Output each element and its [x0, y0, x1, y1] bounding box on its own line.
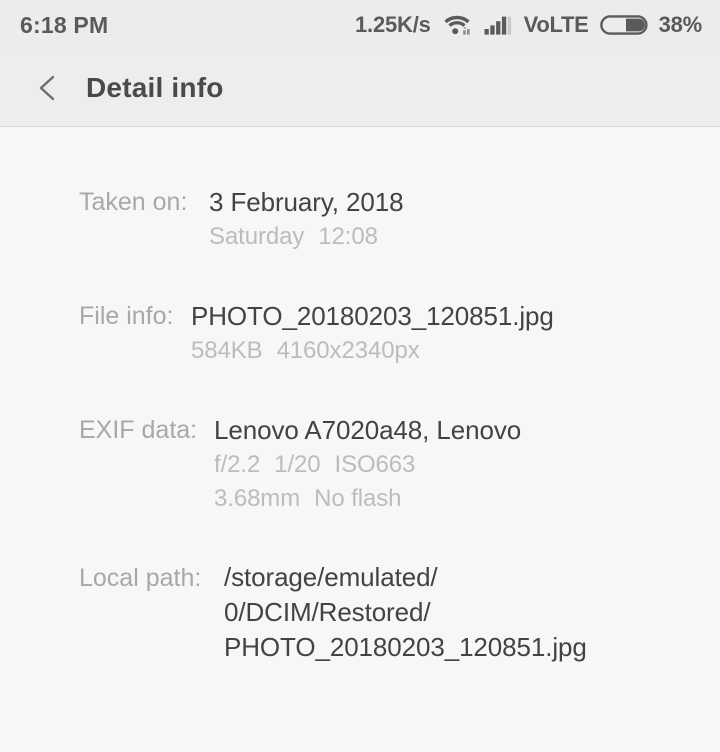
- wifi-icon: [442, 12, 472, 38]
- info-row-file-info: File info: PHOTO_20180203_120851.jpg 584…: [0, 298, 720, 368]
- taken-on-details: Saturday 12:08: [209, 220, 720, 254]
- taken-on-weekday: Saturday: [209, 223, 305, 250]
- chevron-left-icon: [36, 74, 60, 102]
- network-speed-label: 1.25K/s: [355, 12, 431, 37]
- file-details: 584KB 4160x2340px: [191, 334, 720, 368]
- local-path-line-3: PHOTO_20180203_120851.jpg: [224, 632, 587, 662]
- exif-aperture: f/2.2: [214, 451, 261, 478]
- info-row-local-path: Local path: /storage/emulated/ 0/DCIM/Re…: [0, 560, 720, 665]
- local-path-line-2: 0/DCIM/Restored/: [224, 597, 431, 627]
- info-values-file-info: PHOTO_20180203_120851.jpg 584KB 4160x2340…: [191, 298, 720, 368]
- info-values-exif-data: Lenovo A7020a48, Lenovo f/2.2 1/20 ISO663 …: [214, 412, 720, 516]
- status-bar-clock: 6:18 PM: [20, 11, 109, 38]
- exif-flash-status: No flash: [314, 485, 402, 512]
- app-bar: Detail info: [0, 50, 720, 127]
- exif-focal-length: 3.68mm: [214, 485, 301, 512]
- exif-device: Lenovo A7020a48, Lenovo: [214, 415, 522, 445]
- exif-lens-line: 3.68mm No flash: [214, 482, 720, 516]
- info-label-taken-on: Taken on:: [79, 188, 188, 216]
- status-bar-indicators: 1.25K/s VoLTE 38%: [355, 12, 702, 38]
- volte-label: VoLTE: [523, 12, 589, 37]
- info-label-exif-data: EXIF data:: [79, 416, 198, 444]
- page-title: Detail info: [86, 72, 224, 103]
- exif-exposure-line: f/2.2 1/20 ISO663: [214, 448, 720, 482]
- battery-icon: [599, 12, 648, 38]
- taken-on-time: 12:08: [318, 223, 378, 250]
- info-row-taken-on: Taken on: 3 February, 2018 Saturday 12:08: [0, 184, 720, 254]
- file-dimensions: 4160x2340px: [276, 337, 420, 364]
- exif-iso: ISO663: [334, 451, 416, 478]
- info-label-file-info: File info:: [79, 302, 174, 330]
- file-size: 584KB: [191, 337, 263, 364]
- battery-percent-label: 38%: [658, 12, 703, 37]
- detail-info-list: Taken on: 3 February, 2018 Saturday 12:08…: [0, 127, 720, 751]
- taken-on-date: 3 February, 2018: [209, 187, 404, 217]
- cellular-signal-icon: [483, 12, 513, 38]
- info-row-exif-data: EXIF data: Lenovo A7020a48, Lenovo f/2.2…: [0, 412, 720, 516]
- status-bar: 6:18 PM 1.25K/s VoLTE 38%: [0, 0, 720, 50]
- exif-shutter-speed: 1/20: [274, 451, 321, 478]
- info-label-local-path: Local path:: [79, 564, 202, 592]
- local-path-line-1: /storage/emulated/: [224, 562, 438, 592]
- file-name: PHOTO_20180203_120851.jpg: [191, 301, 554, 331]
- info-values-local-path: /storage/emulated/ 0/DCIM/Restored/ PHOT…: [224, 560, 720, 665]
- info-values-taken-on: 3 February, 2018 Saturday 12:08: [209, 184, 720, 254]
- back-button[interactable]: [28, 66, 68, 110]
